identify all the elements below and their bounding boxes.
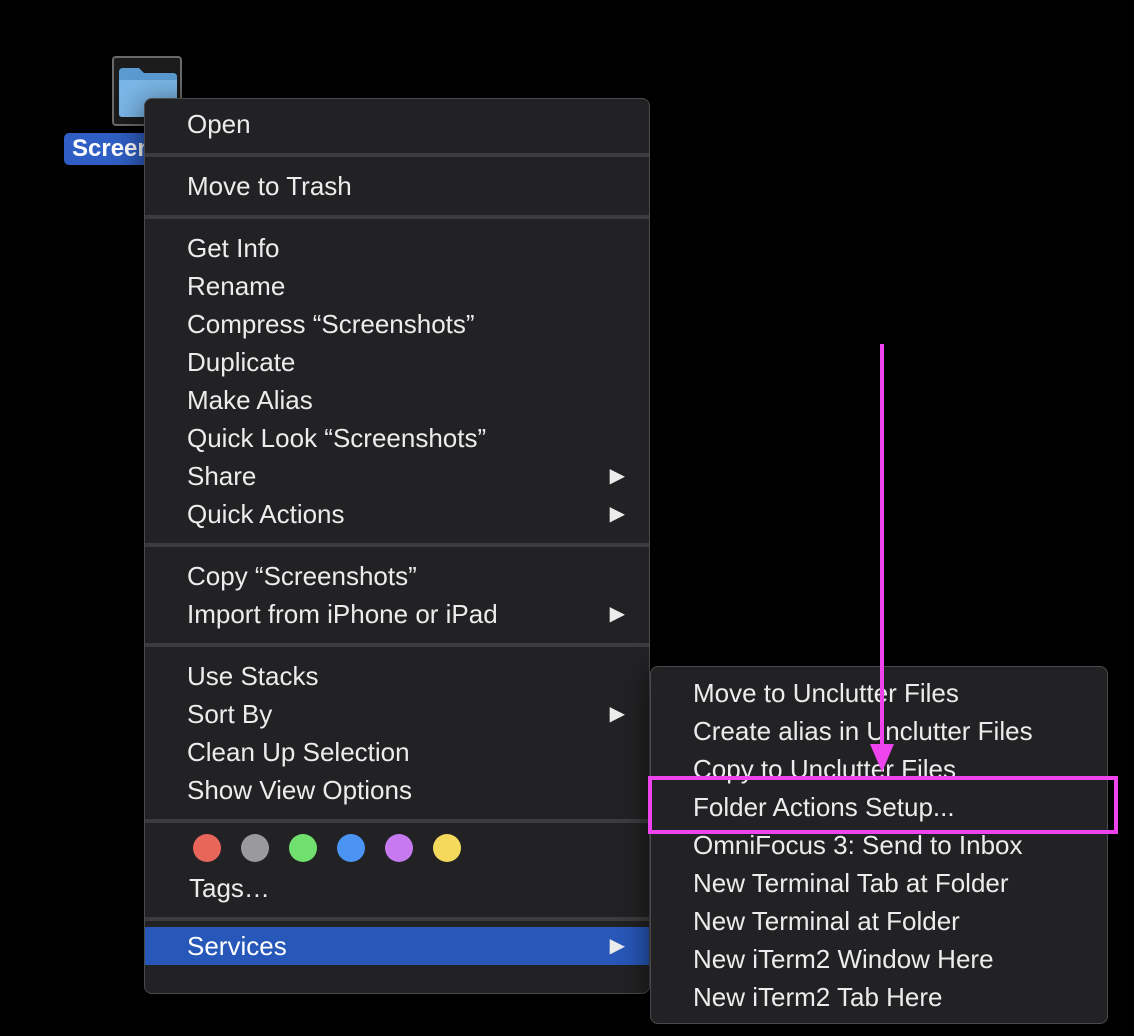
menu-item-services[interactable]: Services ▶ — [145, 927, 649, 965]
menu-separator — [145, 215, 649, 219]
menu-item-label: Compress “Screenshots” — [187, 309, 475, 339]
menu-item-label: Tags… — [189, 873, 270, 903]
desktop: Screenshots Open Move to Trash Get Info … — [0, 0, 1134, 1036]
menu-item-open[interactable]: Open — [145, 105, 649, 143]
menu-separator — [145, 643, 649, 647]
menu-item-use-stacks[interactable]: Use Stacks — [145, 657, 649, 695]
tag-color-dot[interactable] — [289, 834, 317, 862]
menu-item-label: Quick Look “Screenshots” — [187, 423, 487, 453]
menu-item-label: Open — [187, 109, 251, 139]
menu-separator — [145, 543, 649, 547]
menu-item-copy[interactable]: Copy “Screenshots” — [145, 557, 649, 595]
service-new-terminal[interactable]: New Terminal at Folder — [651, 902, 1107, 940]
tag-color-dot[interactable] — [241, 834, 269, 862]
menu-item-label: Share — [187, 461, 257, 491]
menu-item-label: Services — [187, 931, 287, 961]
menu-item-quick-actions[interactable]: Quick Actions ▶ — [145, 495, 649, 533]
menu-item-label: Duplicate — [187, 347, 296, 377]
menu-item-sort-by[interactable]: Sort By ▶ — [145, 695, 649, 733]
menu-item-tags[interactable]: Tags… — [145, 869, 649, 907]
menu-item-label: Get Info — [187, 233, 280, 263]
context-menu: Open Move to Trash Get Info Rename Compr… — [144, 98, 650, 994]
menu-item-label: Move to Trash — [187, 171, 352, 201]
service-label: New iTerm2 Tab Here — [693, 982, 943, 1012]
menu-item-clean-up-selection[interactable]: Clean Up Selection — [145, 733, 649, 771]
menu-separator — [145, 819, 649, 823]
menu-item-quick-look[interactable]: Quick Look “Screenshots” — [145, 419, 649, 457]
service-new-iterm2-tab[interactable]: New iTerm2 Tab Here — [651, 978, 1107, 1016]
annotation-highlight-box — [648, 776, 1118, 834]
menu-item-get-info[interactable]: Get Info — [145, 229, 649, 267]
menu-separator — [145, 917, 649, 921]
menu-item-label: Use Stacks — [187, 661, 319, 691]
submenu-arrow-icon: ▶ — [609, 503, 625, 525]
tag-color-dot[interactable] — [193, 834, 221, 862]
menu-item-share[interactable]: Share ▶ — [145, 457, 649, 495]
tag-color-dot[interactable] — [385, 834, 413, 862]
service-label: OmniFocus 3: Send to Inbox — [693, 830, 1023, 860]
menu-item-duplicate[interactable]: Duplicate — [145, 343, 649, 381]
submenu-arrow-icon: ▶ — [609, 703, 625, 725]
menu-item-label: Clean Up Selection — [187, 737, 410, 767]
tag-color-dot[interactable] — [433, 834, 461, 862]
service-label: New Terminal Tab at Folder — [693, 868, 1009, 898]
service-label: New Terminal at Folder — [693, 906, 960, 936]
submenu-arrow-icon: ▶ — [609, 465, 625, 487]
menu-item-label: Make Alias — [187, 385, 313, 415]
service-new-terminal-tab[interactable]: New Terminal Tab at Folder — [651, 864, 1107, 902]
submenu-arrow-icon: ▶ — [609, 603, 625, 625]
service-label: Move to Unclutter Files — [693, 678, 959, 708]
service-label: New iTerm2 Window Here — [693, 944, 994, 974]
annotation-arrow-icon — [870, 344, 894, 772]
menu-item-make-alias[interactable]: Make Alias — [145, 381, 649, 419]
menu-separator — [145, 153, 649, 157]
menu-item-label: Import from iPhone or iPad — [187, 599, 498, 629]
menu-item-label: Rename — [187, 271, 286, 301]
menu-item-label: Show View Options — [187, 775, 412, 805]
menu-item-rename[interactable]: Rename — [145, 267, 649, 305]
menu-item-label: Sort By — [187, 699, 273, 729]
menu-item-import-from-iphone[interactable]: Import from iPhone or iPad ▶ — [145, 595, 649, 633]
submenu-arrow-icon: ▶ — [609, 935, 625, 957]
menu-item-move-to-trash[interactable]: Move to Trash — [145, 167, 649, 205]
menu-item-label: Quick Actions — [187, 499, 345, 529]
menu-item-compress[interactable]: Compress “Screenshots” — [145, 305, 649, 343]
menu-item-show-view-options[interactable]: Show View Options — [145, 771, 649, 809]
service-new-iterm2-window[interactable]: New iTerm2 Window Here — [651, 940, 1107, 978]
menu-item-label: Copy “Screenshots” — [187, 561, 417, 591]
tag-color-row — [145, 833, 649, 863]
tag-color-dot[interactable] — [337, 834, 365, 862]
